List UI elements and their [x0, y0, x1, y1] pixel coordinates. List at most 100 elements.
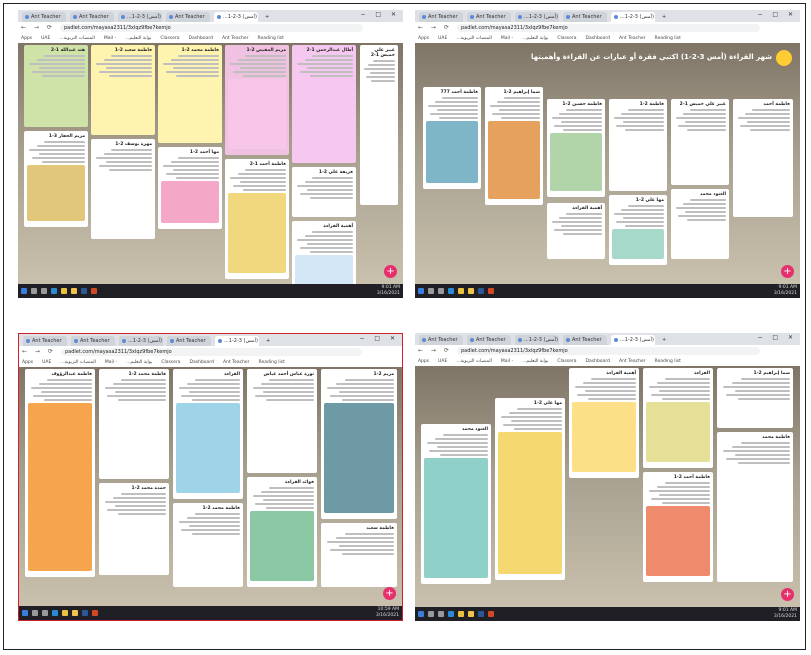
- bookmark-item[interactable]: Apps: [418, 36, 429, 41]
- browser-tab[interactable]: ...شهر القراءة (أمس) 3-2-1: [611, 12, 655, 22]
- search-icon[interactable]: [428, 611, 434, 617]
- nav-buttons[interactable]: ← → ⟳: [418, 347, 452, 354]
- chrome-icon[interactable]: [62, 610, 68, 616]
- edge-icon[interactable]: [448, 611, 454, 617]
- window-controls[interactable]: − □ ✕: [359, 335, 399, 342]
- browser-tab[interactable]: ...شهر القراءة (أمس) 3-2-1: [215, 336, 259, 346]
- powerpoint-icon[interactable]: [488, 288, 494, 294]
- browser-tab[interactable]: Ant Teacher: [71, 336, 115, 346]
- new-tab-button[interactable]: +: [659, 335, 669, 345]
- padlet-post[interactable]: فوائد القراءة: [247, 477, 317, 587]
- padlet-post[interactable]: فاطمة محمد 2-1: [158, 45, 222, 143]
- new-tab-button[interactable]: +: [659, 12, 669, 22]
- padlet-post[interactable]: فاطمة عبدالرؤوف: [25, 369, 95, 577]
- bookmark-item[interactable]: Classera: [161, 360, 180, 365]
- bookmark-item[interactable]: ...المنصات التربوية: [456, 359, 492, 364]
- padlet-post[interactable]: فاطمة سعيد 2-1: [91, 45, 155, 135]
- bookmark-item[interactable]: UAE: [438, 359, 447, 364]
- browser-tab[interactable]: ...شهر القراءة (أمس) 3-2-1: [515, 12, 559, 22]
- browser-tab[interactable]: ...شهر القراءة (أمس) 3-2-1: [214, 12, 258, 22]
- url-input[interactable]: padlet.com/mayasa2311/3xlqz9fbe7kemjo: [457, 24, 760, 32]
- nav-buttons[interactable]: ← → ⟳: [22, 348, 56, 355]
- browser-tab[interactable]: Ant Teacher: [563, 335, 607, 345]
- bookmark-item[interactable]: Classera: [557, 36, 576, 41]
- browser-tab[interactable]: Ant Teacher: [167, 336, 211, 346]
- padlet-post[interactable]: فاطمة أحمد 777: [423, 87, 481, 189]
- powerpoint-icon[interactable]: [488, 611, 494, 617]
- bookmark-item[interactable]: Classera: [160, 36, 179, 41]
- bookmark-item[interactable]: UAE: [438, 36, 447, 41]
- padlet-post[interactable]: فاطمة حسين 2-1: [547, 99, 605, 197]
- padlet-post[interactable]: شما إبراهيم 2-1: [485, 87, 543, 205]
- explorer-icon[interactable]: [468, 611, 474, 617]
- bookmark-item[interactable]: Mail -: [105, 360, 117, 365]
- word-icon[interactable]: [478, 288, 484, 294]
- bookmark-item[interactable]: ...بوابة التعليم: [522, 359, 548, 364]
- padlet-post[interactable]: القراءة: [643, 368, 713, 468]
- padlet-post[interactable]: مها علي 2-1: [495, 398, 565, 580]
- padlet-post[interactable]: فاطمة أحمد 1-2: [225, 159, 289, 279]
- edge-icon[interactable]: [51, 288, 57, 294]
- padlet-post[interactable]: فاطمة أحمد: [733, 99, 793, 217]
- browser-tab[interactable]: Ant Teacher: [419, 12, 463, 22]
- browser-tab[interactable]: Ant Teacher: [467, 12, 511, 22]
- search-icon[interactable]: [428, 288, 434, 294]
- padlet-post[interactable]: فاطمة 2-1: [609, 99, 667, 191]
- padlet-post[interactable]: فاطمة محمد: [717, 432, 793, 582]
- windows-icon[interactable]: [418, 288, 424, 294]
- browser-tab[interactable]: Ant Teacher: [23, 336, 67, 346]
- chrome-icon[interactable]: [458, 611, 464, 617]
- chrome-icon[interactable]: [458, 288, 464, 294]
- task-view-icon[interactable]: [42, 610, 48, 616]
- powerpoint-icon[interactable]: [91, 288, 97, 294]
- word-icon[interactable]: [82, 610, 88, 616]
- windows-icon[interactable]: [22, 610, 28, 616]
- bookmark-item[interactable]: ...بوابة التعليم: [126, 360, 152, 365]
- padlet-post[interactable]: فاطمة محمد 2-1: [173, 503, 243, 587]
- padlet-post[interactable]: فاطمة أحمد 2-1: [643, 472, 713, 582]
- word-icon[interactable]: [478, 611, 484, 617]
- browser-tab[interactable]: Ant Teacher: [467, 335, 511, 345]
- padlet-post[interactable]: أطال عبدالرحمن 1-2: [292, 45, 356, 163]
- padlet-post[interactable]: مهرة يوسف 2-1: [91, 139, 155, 239]
- bookmark-item[interactable]: ...بوابة التعليم: [522, 36, 548, 41]
- padlet-post[interactable]: مريم المقيص 2-1: [225, 45, 289, 155]
- bookmark-item[interactable]: Apps: [21, 36, 32, 41]
- bookmark-item[interactable]: Dashboard: [586, 36, 610, 41]
- padlet-post[interactable]: عبير علي خميس 1-2: [671, 99, 729, 185]
- padlet-post[interactable]: فاطمة محمد 2-1: [99, 369, 169, 479]
- add-post-button[interactable]: +: [781, 265, 794, 278]
- url-input[interactable]: padlet.com/mayasa2311/3xlqz9fbe7kemjo: [60, 24, 363, 32]
- nav-buttons[interactable]: ← → ⟳: [21, 24, 55, 31]
- padlet-post[interactable]: العنود محمد: [671, 189, 729, 259]
- padlet-post[interactable]: مريم 2-1: [321, 369, 397, 519]
- browser-tab[interactable]: ...شهر القراءة (أمس) 3-2-1: [118, 12, 162, 22]
- windows-icon[interactable]: [418, 611, 424, 617]
- bookmark-item[interactable]: Dashboard: [586, 359, 610, 364]
- bookmark-item[interactable]: Reading list: [655, 36, 681, 41]
- padlet-post[interactable]: أهمية القراءة: [569, 368, 639, 478]
- padlet-post[interactable]: هند عبدالله 1-2: [24, 45, 88, 127]
- task-view-icon[interactable]: [438, 611, 444, 617]
- windows-icon[interactable]: [21, 288, 27, 294]
- add-post-button[interactable]: +: [383, 587, 396, 600]
- bookmark-item[interactable]: Ant Teacher: [619, 359, 646, 364]
- powerpoint-icon[interactable]: [92, 610, 98, 616]
- explorer-icon[interactable]: [72, 610, 78, 616]
- task-view-icon[interactable]: [41, 288, 47, 294]
- window-controls[interactable]: − □ ✕: [757, 334, 797, 341]
- bookmark-item[interactable]: Ant Teacher: [223, 360, 250, 365]
- padlet-post[interactable]: مها علي 2-1: [609, 195, 667, 265]
- browser-tab[interactable]: Ant Teacher: [166, 12, 210, 22]
- new-tab-button[interactable]: +: [262, 12, 272, 22]
- browser-tab[interactable]: ...شهر القراءة (أمس) 3-2-1: [119, 336, 163, 346]
- bookmark-item[interactable]: Dashboard: [190, 360, 214, 365]
- bookmark-item[interactable]: Ant Teacher: [619, 36, 646, 41]
- nav-buttons[interactable]: ← → ⟳: [418, 24, 452, 31]
- padlet-post[interactable]: عبير علي خميس 1-2: [360, 45, 398, 205]
- bookmark-item[interactable]: Dashboard: [189, 36, 213, 41]
- bookmark-item[interactable]: Reading list: [258, 36, 284, 41]
- padlet-post[interactable]: مريم الحفار 3-1: [24, 131, 88, 227]
- search-icon[interactable]: [31, 288, 37, 294]
- browser-tab[interactable]: ...شهر القراءة (أمس) 3-2-1: [515, 335, 559, 345]
